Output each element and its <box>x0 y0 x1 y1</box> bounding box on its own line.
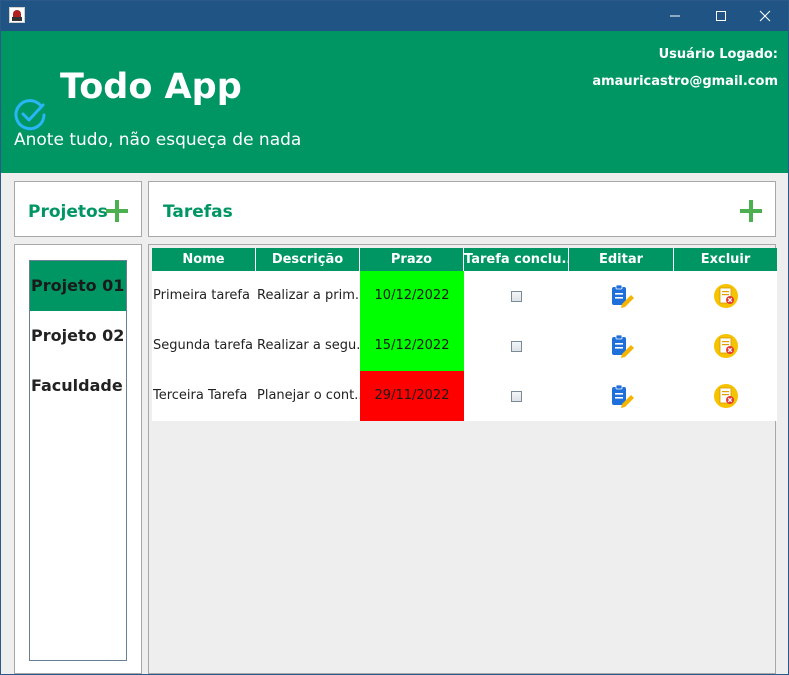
task-deadline: 15/12/2022 <box>360 321 464 371</box>
column-header-prazo[interactable]: Prazo <box>360 248 464 271</box>
column-header-nome[interactable]: Nome <box>152 248 256 271</box>
delete-task-icon[interactable] <box>713 333 739 359</box>
task-name: Segunda tarefa <box>153 338 253 353</box>
projects-panel: Projeto 01 Projeto 02 Faculdade <box>14 244 142 674</box>
task-name: Primeira tarefa <box>153 288 250 303</box>
add-project-button[interactable] <box>104 198 130 224</box>
delete-cell <box>674 371 777 421</box>
tasks-header-panel: Tarefas <box>148 181 776 237</box>
delete-task-icon[interactable] <box>713 283 739 309</box>
task-description: Planejar o cont... <box>257 388 360 403</box>
task-done-checkbox[interactable] <box>511 290 522 302</box>
edit-cell <box>569 271 674 321</box>
task-deadline: 10/12/2022 <box>360 271 464 321</box>
check-circle-icon <box>14 99 46 131</box>
app-window: Todo App Anote tudo, não esqueça de nada… <box>0 0 789 675</box>
logged-user-email: amauricastro@gmail.com <box>592 74 778 89</box>
maximize-button[interactable] <box>698 1 744 31</box>
tasks-panel: Nome Descrição Prazo Tarefa conclu... Ed… <box>148 244 777 674</box>
edit-cell <box>569 321 674 371</box>
projects-header-panel: Projetos <box>14 181 142 237</box>
task-description: Realizar a prim... <box>257 288 360 303</box>
table-header: Nome Descrição Prazo Tarefa conclu... Ed… <box>152 248 777 271</box>
task-name: Terceira Tarefa <box>153 388 248 403</box>
task-done-cell <box>464 321 569 371</box>
task-deadline: 29/11/2022 <box>360 371 464 421</box>
column-header-editar[interactable]: Editar <box>569 248 674 271</box>
projects-title: Projetos <box>28 202 108 222</box>
project-item-projeto-01[interactable]: Projeto 01 <box>30 261 126 311</box>
maximize-icon <box>716 11 726 21</box>
app-title: Todo App <box>60 67 242 107</box>
delete-cell <box>674 321 777 371</box>
delete-task-icon[interactable] <box>713 383 739 409</box>
add-task-button[interactable] <box>738 198 764 224</box>
edit-task-icon[interactable] <box>609 333 635 359</box>
table-row[interactable]: Terceira Tarefa Planejar o cont... 29/11… <box>152 371 777 421</box>
task-done-checkbox[interactable] <box>511 340 522 352</box>
title-bar[interactable] <box>1 1 788 31</box>
edit-task-icon[interactable] <box>609 383 635 409</box>
task-done-checkbox[interactable] <box>511 390 522 402</box>
close-button[interactable] <box>742 1 788 31</box>
edit-cell <box>569 371 674 421</box>
delete-cell <box>674 271 777 321</box>
minimize-button[interactable] <box>652 1 698 31</box>
project-item-projeto-02[interactable]: Projeto 02 <box>30 311 126 361</box>
column-header-tarefa-concluida[interactable]: Tarefa conclu... <box>464 248 569 271</box>
task-done-cell <box>464 271 569 321</box>
logged-user-label: Usuário Logado: <box>658 47 778 62</box>
project-item-faculdade[interactable]: Faculdade <box>30 361 126 411</box>
column-header-excluir[interactable]: Excluir <box>674 248 777 271</box>
table-row[interactable]: Segunda tarefa Realizar a segu... 15/12/… <box>152 321 777 371</box>
task-done-cell <box>464 371 569 421</box>
app-subtitle: Anote tudo, não esqueça de nada <box>14 130 302 150</box>
task-description: Realizar a segu... <box>257 338 360 353</box>
java-app-icon <box>9 7 25 23</box>
table-row[interactable]: Primeira tarefa Realizar a prim... 10/12… <box>152 271 777 321</box>
edit-task-icon[interactable] <box>609 283 635 309</box>
minimize-icon <box>670 15 680 17</box>
column-header-descricao[interactable]: Descrição <box>256 248 360 271</box>
tasks-title: Tarefas <box>163 202 233 222</box>
project-list[interactable]: Projeto 01 Projeto 02 Faculdade <box>29 260 127 661</box>
close-icon <box>759 10 771 22</box>
